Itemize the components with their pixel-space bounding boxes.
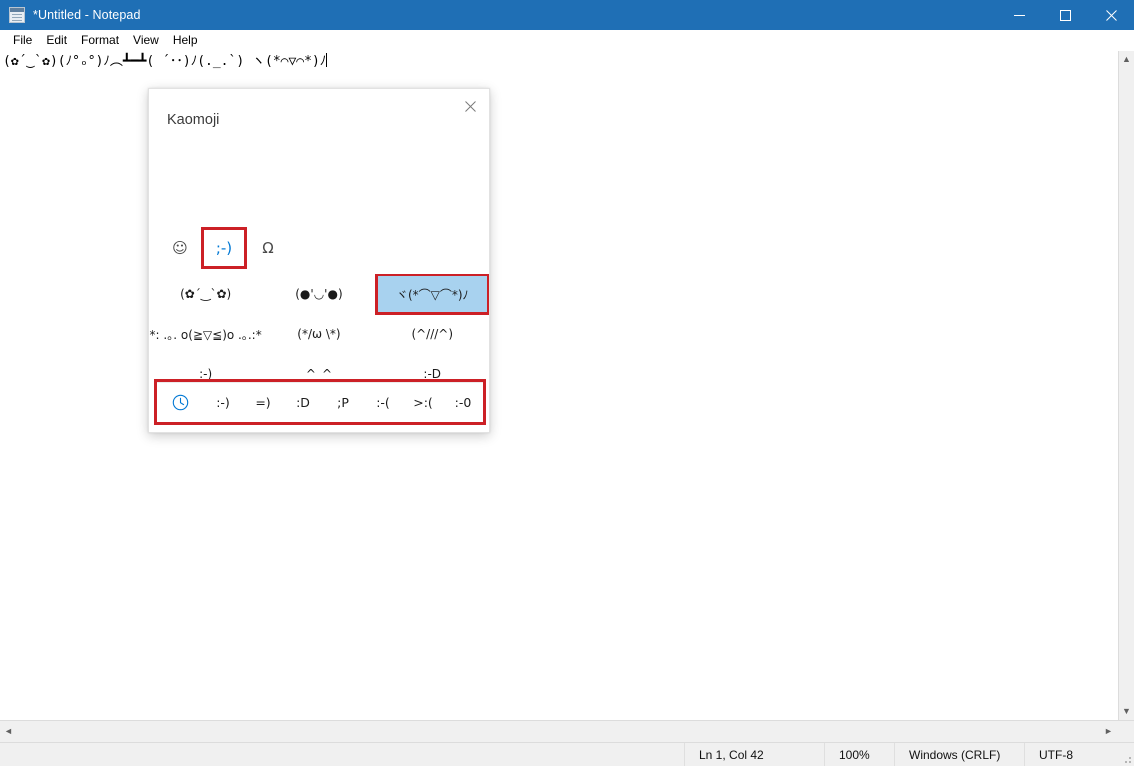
recent-emoticon[interactable]: =) [243, 384, 283, 422]
status-line-column[interactable]: Ln 1, Col 42 [684, 743, 824, 766]
close-button[interactable] [1088, 0, 1134, 30]
recent-emoticon[interactable]: :D [283, 384, 323, 422]
menu-bar: File Edit Format View Help [0, 30, 1134, 51]
editor-content-line: (✿´‿`✿)(ﾉ°ₒ°)ﾉ︵┻━┻( ´･･)ﾉ(._.`) ヽ(*⌒▽⌒*)… [3, 53, 328, 70]
vertical-scrollbar[interactable]: ▲ ▼ [1118, 51, 1134, 720]
horizontal-scrollbar[interactable]: ◄ ► [0, 720, 1134, 742]
kaomoji-cell-selected[interactable]: ヾ(*⌒▽⌒*)ﾉ [374, 274, 489, 315]
status-line-ending[interactable]: Windows (CRLF) [894, 743, 1024, 766]
tab-emoji[interactable]: ☺ [161, 231, 199, 265]
close-icon [464, 100, 476, 112]
notepad-window: *Untitled - Notepad File Edit Format Vie… [0, 0, 1134, 766]
status-bar: Ln 1, Col 42 100% Windows (CRLF) UTF-8 [0, 742, 1134, 766]
panel-category-tabs: ☺ ;-) Ω [161, 227, 287, 269]
tab-kaomoji[interactable]: ;-) [201, 227, 247, 269]
clock-icon[interactable] [157, 384, 203, 422]
title-bar: *Untitled - Notepad [0, 0, 1134, 30]
menu-item-file[interactable]: File [6, 31, 39, 50]
status-encoding[interactable]: UTF-8 [1024, 743, 1134, 766]
close-icon [1105, 9, 1117, 21]
text-caret [326, 53, 328, 67]
scroll-left-arrow-icon[interactable]: ◄ [0, 721, 17, 742]
scroll-up-arrow-icon[interactable]: ▲ [1119, 51, 1134, 68]
kaomoji-cell[interactable]: (●'◡'●) [262, 274, 375, 314]
minimize-button[interactable] [996, 0, 1042, 30]
panel-title: Kaomoji [167, 112, 220, 128]
status-zoom-level[interactable]: 100% [824, 743, 894, 766]
smiley-face-icon: ☺ [172, 239, 188, 257]
panel-close-button[interactable] [455, 93, 485, 119]
menu-item-view[interactable]: View [126, 31, 166, 50]
recent-emoticon[interactable]: ;P [323, 384, 363, 422]
kaomoji-cell[interactable]: ☆*: .｡. o(≧▽≦)o .｡.:*☆ [149, 314, 262, 354]
kaomoji-row: ☆*: .｡. o(≧▽≦)o .｡.:*☆ (*/ω \*) (^///^) [149, 314, 489, 354]
minimize-icon [1013, 14, 1025, 16]
kaomoji-cell[interactable]: (^///^) [376, 314, 489, 354]
resize-grip-icon[interactable] [1119, 751, 1133, 765]
tab-symbols[interactable]: Ω [249, 231, 287, 265]
menu-item-format[interactable]: Format [74, 31, 126, 50]
notepad-icon [9, 7, 25, 23]
editor-text-value: (✿´‿`✿)(ﾉ°ₒ°)ﾉ︵┻━┻( ´･･)ﾉ(._.`) ヽ(*⌒▽⌒*)… [3, 54, 327, 69]
omega-symbol-icon: Ω [262, 239, 274, 257]
window-title: *Untitled - Notepad [33, 8, 141, 22]
scroll-right-arrow-icon[interactable]: ► [1100, 721, 1117, 742]
menu-item-edit[interactable]: Edit [39, 31, 74, 50]
scroll-down-arrow-icon[interactable]: ▼ [1119, 703, 1134, 720]
kaomoji-row: (✿´‿`✿) (●'◡'●) ヾ(*⌒▽⌒*)ﾉ [149, 274, 489, 315]
recent-emoticon[interactable]: >:( [403, 384, 443, 422]
maximize-icon [1059, 9, 1071, 21]
menu-item-help[interactable]: Help [166, 31, 205, 50]
recent-emoticon[interactable]: :-0 [443, 384, 483, 422]
kaomoji-icon: ;-) [215, 239, 233, 257]
horizontal-scroll-track[interactable] [17, 722, 1107, 741]
kaomoji-cell[interactable]: (✿´‿`✿) [149, 274, 262, 314]
kaomoji-panel: Kaomoji ☺ ;-) Ω (✿´‿`✿) (●'◡'●) ヾ(*⌒▽⌒*)… [148, 88, 490, 433]
recent-emoticon[interactable]: :-( [363, 384, 403, 422]
maximize-button[interactable] [1042, 0, 1088, 30]
kaomoji-cell[interactable]: (*/ω \*) [262, 314, 375, 354]
recent-emoticon[interactable]: :-) [203, 384, 243, 422]
recently-used-bar: :-) =) :D ;P :-( >:( :-0 [154, 379, 486, 425]
